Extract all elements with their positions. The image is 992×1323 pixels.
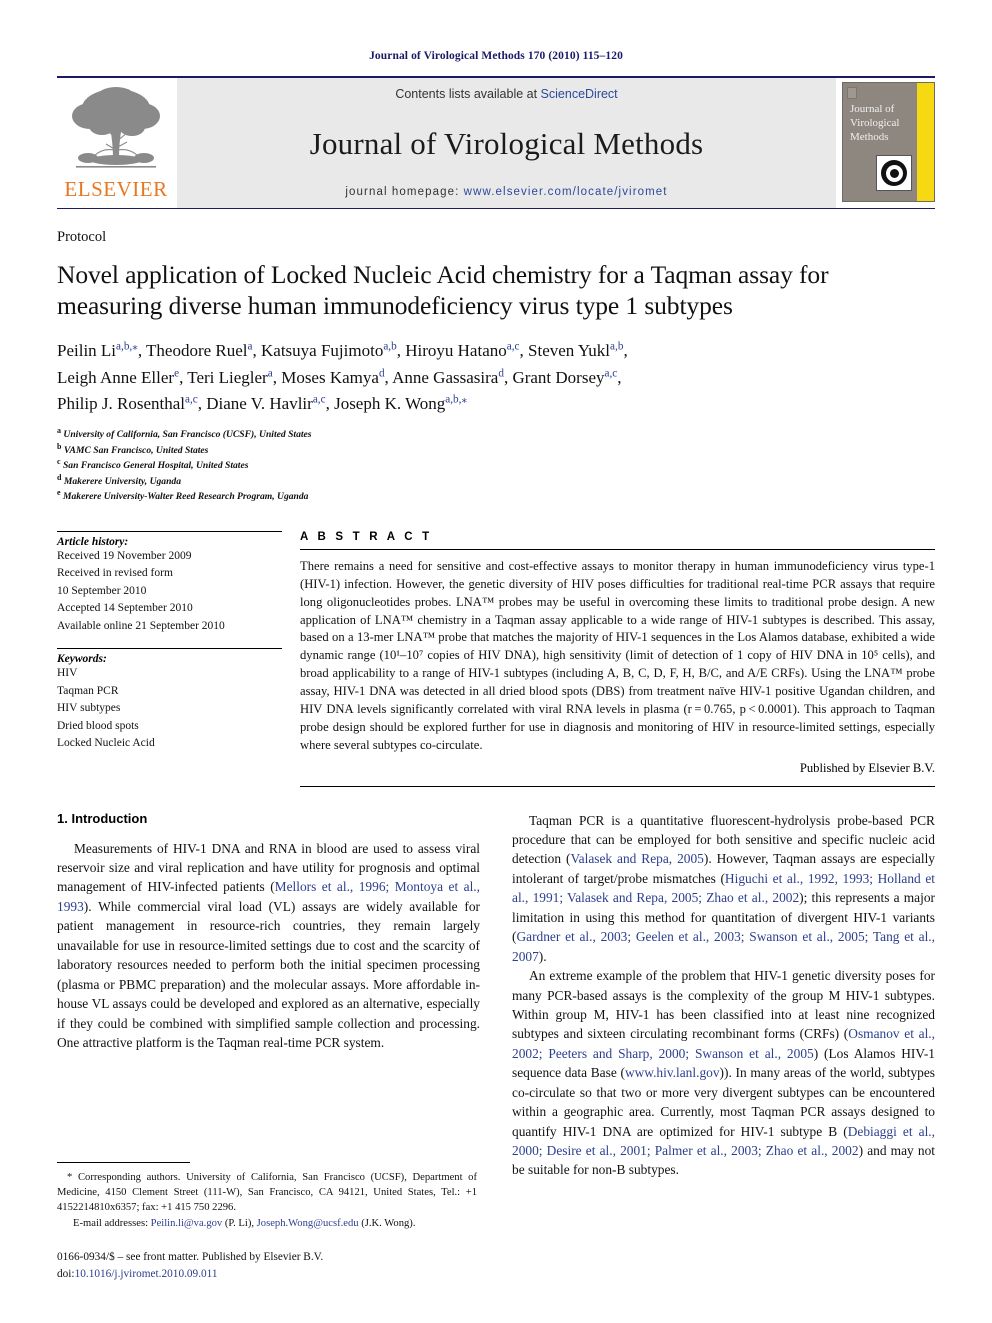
homepage-prefix: journal homepage: [345,186,464,198]
journal-homepage-line: journal homepage: www.elsevier.com/locat… [345,186,667,198]
footnote-rule [57,1162,190,1163]
virus-emblem-icon [876,155,912,191]
section-heading-introduction: 1. Introduction [57,810,148,826]
abstract-column: A B S T R A C T There remains a need for… [300,531,935,787]
abstract-heading: A B S T R A C T [300,530,433,543]
journal-cover-thumbnail: Journal of Virological Methods [842,82,935,202]
keyword-item: Taqman PCR [57,684,119,697]
article-history-item: Received 19 November 2009 [57,549,192,562]
keyword-item: Locked Nucleic Acid [57,737,155,750]
elsevier-logo: ELSEVIER [57,78,175,208]
abstract-published-by: Published by Elsevier B.V. [799,760,935,775]
masthead-bottom-rule [57,208,935,209]
abstract-text: There remains a need for sensitive and c… [300,558,935,752]
affiliation-item: d Makerere University, Uganda [57,472,935,490]
journal-masthead: ELSEVIER Contents lists available at Sci… [57,76,935,208]
cover-title-text: Journal of Virological Methods [850,103,899,144]
article-history-item: Accepted 14 September 2010 [57,602,193,615]
paragraph: Taqman PCR is a quantitative fluorescent… [512,812,935,964]
article-history-list: Received 19 November 2009 Received in re… [57,548,282,635]
body-column-right: Taqman PCR is a quantitative fluorescent… [512,811,935,1180]
masthead-center-panel: Contents lists available at ScienceDirec… [177,78,836,208]
article-history-label: Article history: [57,535,129,548]
author-line-1: Peilin Lia,b,⁎, Theodore Ruela, Katsuya … [57,340,628,361]
keyword-item: HIV subtypes [57,702,121,715]
article-history-item: Available online 21 September 2010 [57,619,225,632]
paragraph: Measurements of HIV-1 DNA and RNA in blo… [57,840,480,1050]
affiliation-text: VAMC San Francisco, United States [63,444,209,456]
keywords-rule [57,648,282,650]
imprint-block: 0166-0934/$ – see front matter. Publishe… [57,1249,477,1283]
paragraph: An extreme example of the problem that H… [512,968,936,1178]
body-column-left: 1. Introduction Measurements of HIV-1 DN… [57,811,480,1180]
abstract-bottom-rule [300,785,935,787]
elsevier-tree-icon [72,87,160,168]
abstract-top-rule [300,548,935,550]
affiliation-text: University of California, San Francisco … [63,429,312,441]
affiliation-text: Makerere University-Walter Reed Research… [62,491,309,503]
cover-title-line-2: Virological [850,116,900,129]
emblem-core [889,168,899,178]
doi-line: doi:10.1016/j.jviromet.2010.09.011 [57,1266,477,1283]
cover-title-line-3: Methods [850,130,889,143]
running-head: Journal of Virological Methods 170 (2010… [369,50,623,62]
sciencedirect-link[interactable]: ScienceDirect [541,87,618,101]
affiliation-marker: a [57,426,61,436]
keywords-label: Keywords: [57,653,107,666]
affiliation-item: e Makerere University-Walter Reed Resear… [57,489,935,505]
article-history-rule [57,530,282,532]
affiliation-text: Makerere University, Uganda [63,475,182,487]
cover-corner-mark [847,87,857,99]
body-columns: 1. Introduction Measurements of HIV-1 DN… [57,811,935,1180]
affiliation-marker: b [57,441,62,451]
doi-label: doi: [57,1268,75,1281]
article-metadata-column: Article history: Received 19 November 20… [57,530,300,753]
abstract-block: Article history: Received 19 November 20… [57,530,935,787]
affiliation-marker: c [57,457,61,467]
emblem-inner-ring [885,164,903,182]
front-matter-line: 0166-0934/$ – see front matter. Publishe… [57,1251,324,1264]
cover-title-line-1: Journal of [850,103,895,115]
elsevier-wordmark: ELSEVIER [64,177,168,201]
keywords-list: HIV Taqman PCR HIV subtypes Dried blood … [57,665,282,752]
contents-available-line: Contents lists available at ScienceDirec… [395,87,617,101]
doi-link[interactable]: 10.1016/j.jviromet.2010.09.011 [75,1268,218,1280]
journal-article-page: Journal of Virological Methods 170 (2010… [0,0,992,1323]
article-type-label: Protocol [57,229,107,245]
affiliation-list: a University of California, San Francisc… [57,427,935,505]
corresponding-author-note: * Corresponding authors. University of C… [57,1172,477,1214]
affiliation-item: a University of California, San Francisc… [57,427,935,443]
author-list: Peilin Lia,b,⁎, Theodore Ruela, Katsuya … [57,338,935,417]
article-history-item: Received in revised form [57,567,173,580]
affiliation-marker: d [57,472,62,482]
affiliation-text: San Francisco General Hospital, United S… [62,460,249,472]
keyword-item: HIV [57,667,78,680]
email-addresses-note: E-mail addresses: Peilin.li@va.gov (P. L… [73,1218,416,1230]
affiliation-item: b VAMC San Francisco, United States [57,441,935,459]
journal-title: Journal of Virological Methods [309,125,704,161]
affiliation-marker: e [57,488,61,498]
emblem-outer-ring [881,160,907,186]
author-line-2: Leigh Anne Ellere, Teri Lieglera, Moses … [57,366,622,387]
affiliation-item: c San Francisco General Hospital, United… [57,458,935,474]
article-title: Novel application of Locked Nucleic Acid… [57,260,829,321]
cover-yellow-stripe [917,83,934,201]
article-history-item: 10 September 2010 [57,584,147,597]
footnote-zone: * Corresponding authors. University of C… [57,1162,477,1283]
contents-prefix: Contents lists available at [395,87,541,101]
keyword-item: Dried blood spots [57,719,139,732]
journal-homepage-link[interactable]: www.elsevier.com/locate/jviromet [464,186,668,198]
author-line-3: Philip J. Rosenthala,c, Diane V. Havlira… [57,393,468,413]
